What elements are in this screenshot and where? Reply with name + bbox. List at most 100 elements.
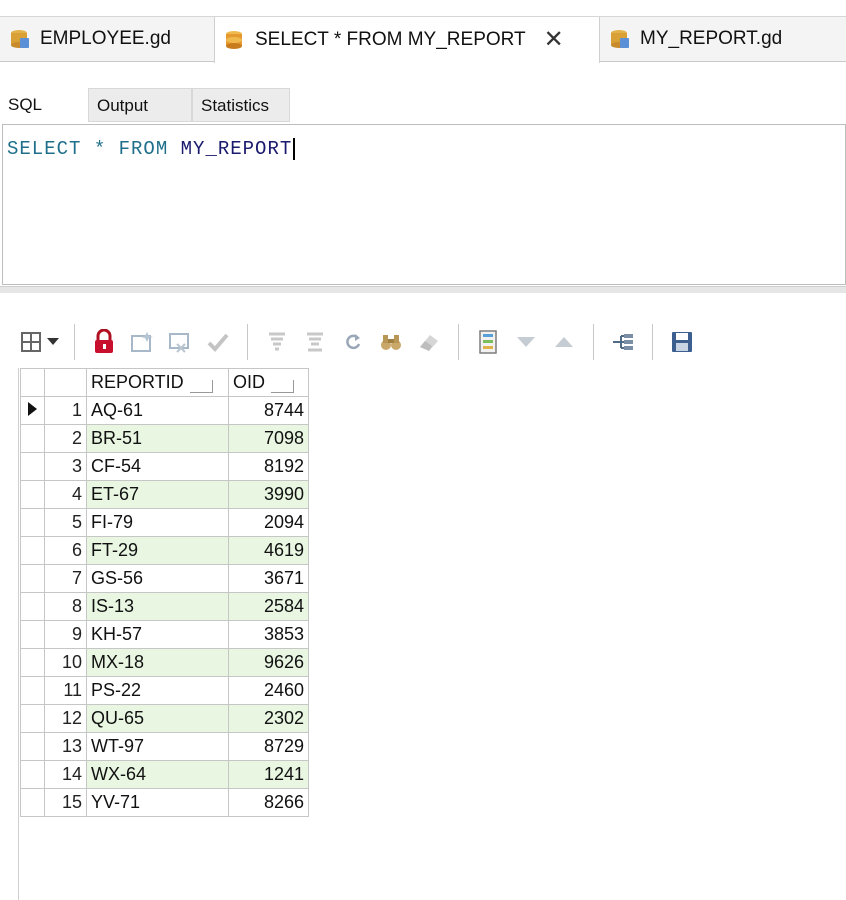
table-row[interactable]: 10 MX-18 9626 [20, 648, 309, 677]
row-indicator-cell [20, 704, 45, 733]
row-number-cell: 3 [44, 452, 87, 481]
row-indicator-cell [20, 452, 45, 481]
column-header-reportid[interactable]: REPORTID [86, 368, 229, 397]
lock-button[interactable] [89, 327, 119, 357]
cell-reportid[interactable]: PS-22 [86, 676, 229, 705]
delete-record-button[interactable] [165, 327, 195, 357]
table-row[interactable]: 3 CF-54 8192 [20, 452, 309, 481]
cell-reportid[interactable]: WT-97 [86, 732, 229, 761]
row-indicator-cell [20, 508, 45, 537]
column-header-oid[interactable]: OID [228, 368, 309, 397]
grid-left-border [18, 368, 19, 900]
table-row[interactable]: 13 WT-97 8729 [20, 732, 309, 761]
binoculars-icon [381, 335, 401, 350]
refresh-icon [346, 334, 361, 350]
find-button[interactable] [376, 327, 406, 357]
tab-my-report[interactable]: MY_REPORT.gd [600, 17, 814, 61]
cell-oid[interactable]: 8729 [228, 732, 309, 761]
cell-oid[interactable]: 9626 [228, 648, 309, 677]
table-row[interactable]: 1 AQ-61 8744 [20, 396, 309, 425]
cell-reportid[interactable]: KH-57 [86, 620, 229, 649]
cell-oid[interactable]: 2094 [228, 508, 309, 537]
table-row[interactable]: 15 YV-71 8266 [20, 788, 309, 817]
sql-editor[interactable]: SELECT * FROM MY_REPORT [2, 124, 846, 285]
grid-menu-button[interactable] [16, 327, 46, 357]
move-up-button[interactable] [549, 327, 579, 357]
table-row[interactable]: 5 FI-79 2094 [20, 508, 309, 537]
row-indicator-cell [20, 480, 45, 509]
editor-subtabs: SQL Output Statistics [0, 88, 300, 122]
row-indicator-cell [20, 760, 45, 789]
cell-oid[interactable]: 4619 [228, 536, 309, 565]
cell-reportid[interactable]: FI-79 [86, 508, 229, 537]
cell-reportid[interactable]: GS-56 [86, 564, 229, 593]
table-row[interactable]: 14 WX-64 1241 [20, 760, 309, 789]
table-row[interactable]: 4 ET-67 3990 [20, 480, 309, 509]
cell-reportid[interactable]: AQ-61 [86, 396, 229, 425]
cell-oid[interactable]: 8266 [228, 788, 309, 817]
close-tab-icon[interactable]: ✕ [544, 28, 564, 52]
refresh-button[interactable] [338, 327, 368, 357]
arrow-up-icon [555, 337, 573, 347]
delete-record-icon [169, 333, 189, 353]
grid-header-row: REPORTID OID [20, 368, 309, 397]
table-row[interactable]: 7 GS-56 3671 [20, 564, 309, 593]
filter-clear-button[interactable] [300, 327, 330, 357]
move-down-button[interactable] [511, 327, 541, 357]
column-sort-handle[interactable] [271, 380, 295, 393]
cell-reportid[interactable]: ET-67 [86, 480, 229, 509]
table-row[interactable]: 9 KH-57 3853 [20, 620, 309, 649]
row-indicator-cell [20, 648, 45, 677]
table-row[interactable]: 12 QU-65 2302 [20, 704, 309, 733]
column-sort-handle[interactable] [189, 380, 213, 393]
cell-oid[interactable]: 7098 [228, 424, 309, 453]
eraser-button[interactable] [414, 327, 444, 357]
result-grid[interactable]: REPORTID OID 1 AQ-61 8744 2 BR-51 7098 3 CF-54 8… [20, 368, 309, 817]
cell-reportid[interactable]: YV-71 [86, 788, 229, 817]
table-row[interactable]: 11 PS-22 2460 [20, 676, 309, 705]
subtab-output[interactable]: Output [88, 88, 192, 122]
insert-record-button[interactable] [127, 327, 157, 357]
tab-sql-query[interactable]: SELECT * FROM MY_REPORT ✕ [214, 17, 600, 63]
cell-reportid[interactable]: MX-18 [86, 648, 229, 677]
grid-menu-dropdown[interactable] [46, 327, 60, 357]
cell-oid[interactable]: 2584 [228, 592, 309, 621]
cell-reportid[interactable]: CF-54 [86, 452, 229, 481]
cell-oid[interactable]: 8744 [228, 396, 309, 425]
text-caret [293, 138, 296, 160]
table-row[interactable]: 8 IS-13 2584 [20, 592, 309, 621]
cell-oid[interactable]: 2460 [228, 676, 309, 705]
save-button[interactable] [667, 327, 697, 357]
table-row[interactable]: 6 FT-29 4619 [20, 536, 309, 565]
row-indicator-cell [20, 536, 45, 565]
table-row[interactable]: 2 BR-51 7098 [20, 424, 309, 453]
cell-oid[interactable]: 3853 [228, 620, 309, 649]
cell-reportid[interactable]: BR-51 [86, 424, 229, 453]
sql-table-name: MY_REPORT [180, 138, 293, 161]
cell-reportid[interactable]: FT-29 [86, 536, 229, 565]
cell-reportid[interactable]: IS-13 [86, 592, 229, 621]
panel-splitter[interactable] [0, 286, 846, 293]
cell-reportid[interactable]: QU-65 [86, 704, 229, 733]
form-view-button[interactable] [473, 327, 503, 357]
cell-oid[interactable]: 3990 [228, 480, 309, 509]
filter-button[interactable] [262, 327, 292, 357]
row-indicator-cell [20, 592, 45, 621]
post-edit-button[interactable] [203, 327, 233, 357]
subtab-statistics[interactable]: Statistics [192, 88, 290, 122]
cell-oid[interactable]: 1241 [228, 760, 309, 789]
tree-view-button[interactable] [608, 327, 638, 357]
tab-employee[interactable]: EMPLOYEE.gd [0, 17, 214, 61]
cell-oid[interactable]: 2302 [228, 704, 309, 733]
cell-oid[interactable]: 3671 [228, 564, 309, 593]
cell-reportid[interactable]: WX-64 [86, 760, 229, 789]
tab-label: MY_REPORT.gd [640, 28, 783, 49]
cell-oid[interactable]: 8192 [228, 452, 309, 481]
post-edit-icon [207, 333, 229, 352]
document-tab-bar: EMPLOYEE.gd SELECT * FROM MY_REPORT ✕ MY… [0, 16, 846, 63]
form-view-icon [479, 330, 497, 354]
grid-toolbar [12, 320, 701, 364]
current-row-indicator-icon [28, 402, 37, 416]
subtab-sql[interactable]: SQL [0, 88, 88, 122]
row-indicator-cell [20, 676, 45, 705]
